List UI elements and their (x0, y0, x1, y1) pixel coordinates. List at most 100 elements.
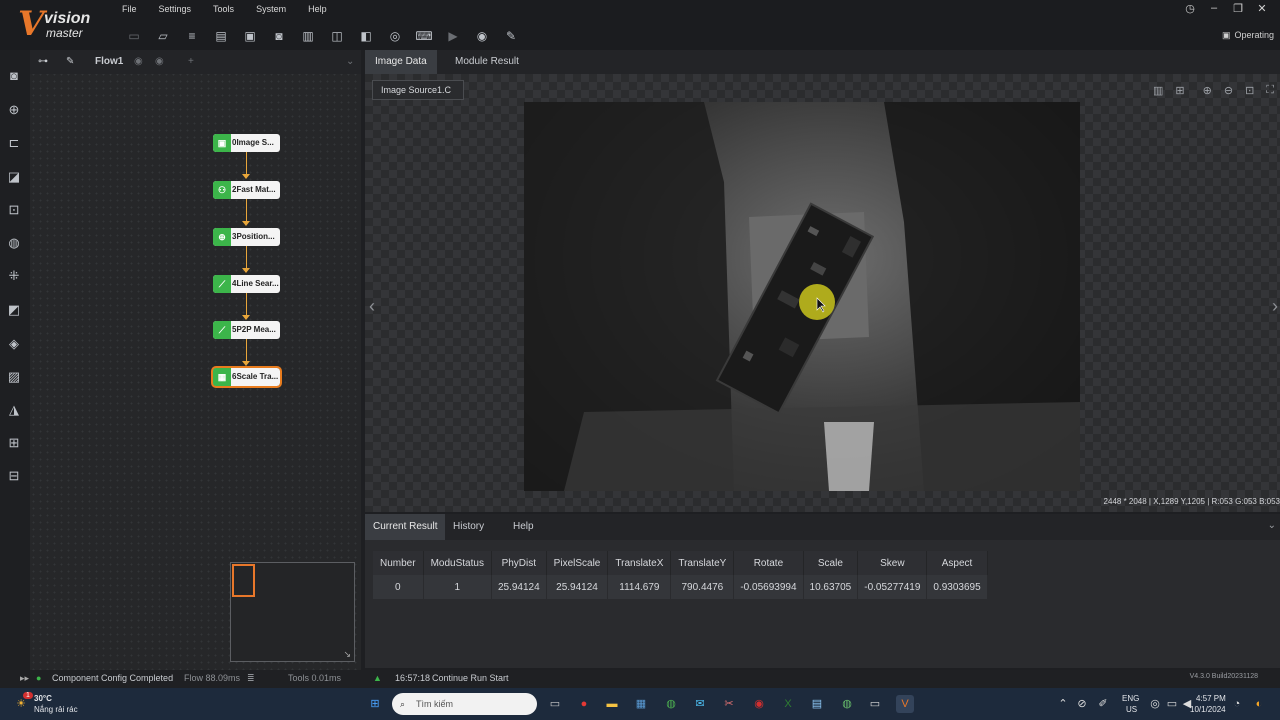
terminal-icon[interactable]: ▭ (866, 695, 884, 713)
global-script-icon[interactable]: ◎ (385, 27, 405, 45)
flow-minimap[interactable]: ↘ (230, 562, 355, 662)
result-column-header[interactable]: Number (373, 551, 424, 575)
chevron-down-icon[interactable]: ⌄ (346, 56, 354, 67)
mail-icon[interactable]: ✉ (691, 695, 709, 713)
close-button[interactable]: ✕ (1250, 2, 1274, 15)
menu-system[interactable]: System (256, 4, 286, 14)
expand-icon[interactable]: ▸▸ (20, 673, 29, 684)
history-icon[interactable]: ◷ (1178, 2, 1202, 15)
notepad-icon[interactable]: ▤ (808, 695, 826, 713)
result-column-header[interactable]: PixelScale (546, 551, 609, 575)
snipping-icon[interactable]: ✂ (720, 695, 738, 713)
image-generation-icon[interactable]: ◪ (4, 167, 24, 187)
copilot-icon[interactable]: ◐ (1250, 695, 1268, 713)
result-column-header[interactable]: TranslateX (607, 551, 672, 575)
loop-run-icon[interactable]: ◉ (155, 56, 164, 67)
open-folder-icon[interactable]: ▱ (153, 27, 173, 45)
measurement-icon[interactable]: ⊏ (4, 133, 24, 153)
flow-node-scale-transform[interactable]: ▦ 6Scale Tra... (211, 366, 282, 388)
file-explorer-icon[interactable]: ▬ (603, 695, 621, 713)
tab-current-result[interactable]: Current Result (365, 514, 446, 540)
notification-bell-icon[interactable]: ◔ (1228, 695, 1246, 713)
language-region[interactable]: US (1126, 705, 1137, 714)
image-viewer[interactable]: Image Source1.C ▥ ⊞ ⊕ ⊖ ⊡ ⛶ ‹ › 2448 * 2… (365, 74, 1280, 512)
image-source-selector[interactable]: Image Source1.C (372, 80, 464, 100)
edit-icon[interactable]: ✎ (501, 27, 521, 45)
minimap-viewport[interactable] (232, 564, 255, 597)
clock-date[interactable]: 10/1/2024 (1190, 705, 1226, 714)
windows-start-icon[interactable]: ⊞ (366, 695, 384, 713)
zoom-out-icon[interactable]: ⊖ (1224, 84, 1233, 97)
calculator-icon[interactable]: ▦ (632, 695, 650, 713)
grid-icon[interactable]: ⊞ (1175, 84, 1184, 97)
code-icon[interactable]: ⌨ (414, 27, 434, 45)
flow-node-line-search[interactable]: ⟋ 4Line Sear... (213, 275, 280, 293)
language-code[interactable]: ENG (1122, 694, 1139, 703)
import-icon[interactable]: ≡ (182, 27, 202, 45)
result-column-header[interactable]: Aspect (926, 551, 988, 575)
collapse-icon[interactable]: ⌄ (1268, 520, 1276, 531)
menu-file[interactable]: File (122, 4, 137, 14)
run-once-icon[interactable]: ▶ (443, 27, 463, 45)
operating-status[interactable]: ▣ Operating (1222, 30, 1274, 41)
fullscreen-icon[interactable]: ⛶ (1266, 84, 1274, 97)
defect-detection-icon[interactable]: ◮ (4, 400, 24, 420)
menu-help[interactable]: Help (308, 4, 327, 14)
tab-history[interactable]: History (445, 514, 492, 540)
resize-icon[interactable]: ↘ (343, 649, 351, 660)
save-icon[interactable]: ▭ (124, 27, 144, 45)
result-row[interactable]: 0 1 25.94124 25.94124 1114.679 790.4476 -0.056… (373, 575, 988, 599)
network-icon[interactable]: ◎ (1146, 695, 1164, 713)
layout-icon[interactable]: ▥ (1153, 84, 1163, 97)
logic-tool-icon[interactable]: ⊞ (4, 433, 24, 453)
browser-icon[interactable]: ◍ (662, 695, 680, 713)
recognition-icon[interactable]: ⊡ (4, 200, 24, 220)
positioning-icon[interactable]: ⊕ (4, 100, 24, 120)
result-column-header[interactable]: PhyDist (491, 551, 547, 575)
result-column-header[interactable]: ModuStatus (423, 551, 492, 575)
result-column-header[interactable]: Rotate (733, 551, 804, 575)
list-icon[interactable]: ≣ (247, 673, 255, 684)
camera-icon[interactable]: ◙ (269, 27, 289, 45)
flow-node-position[interactable]: ⊕ 3Position... (213, 228, 280, 246)
maximize-button[interactable]: ❐ (1226, 2, 1250, 15)
color-processing-icon[interactable]: ▨ (4, 367, 24, 387)
tray-icon[interactable]: ⊘ (1073, 695, 1091, 713)
alignment-icon[interactable]: ◩ (4, 300, 24, 320)
excel-icon[interactable]: X (779, 695, 797, 713)
tray-expand-icon[interactable]: ⌃ (1054, 695, 1072, 713)
clock-time[interactable]: 4:57 PM (1196, 694, 1226, 703)
process-tree-icon[interactable]: ⊶ (38, 56, 48, 67)
variable-icon[interactable]: ◫ (327, 27, 347, 45)
image-processing-icon[interactable]: ◈ (4, 334, 24, 354)
acquisition-icon[interactable]: ◙ (4, 66, 24, 86)
zoom-in-icon[interactable]: ⊕ (1203, 84, 1212, 97)
pen-icon[interactable]: ✐ (1094, 695, 1112, 713)
chrome-icon[interactable]: ◍ (838, 695, 856, 713)
image-window-icon[interactable]: ▣ (240, 27, 260, 45)
stop-icon[interactable]: ◉ (472, 27, 492, 45)
menu-settings[interactable]: Settings (159, 4, 192, 14)
tab-help[interactable]: Help (505, 514, 542, 540)
flow-node-image-source[interactable]: ▣ 0Image S... (213, 134, 280, 152)
result-column-header[interactable]: TranslateY (670, 551, 735, 575)
wrench-icon[interactable]: ✎ (66, 56, 74, 67)
controller-icon[interactable]: ▥ (298, 27, 318, 45)
run-flow-icon[interactable]: ◉ (134, 56, 143, 67)
tab-module-result[interactable]: Module Result (445, 50, 529, 74)
communication-tool-icon[interactable]: ⊟ (4, 466, 24, 486)
deep-learning-icon[interactable]: ◍ (4, 233, 24, 253)
tab-image-data[interactable]: Image Data (365, 50, 437, 74)
result-column-header[interactable]: Skew (857, 551, 928, 575)
export-icon[interactable]: ▤ (211, 27, 231, 45)
tab-flow1[interactable]: Flow1 (95, 56, 123, 67)
communication-icon[interactable]: ◧ (356, 27, 376, 45)
visionmaster-taskbar-icon[interactable]: V (896, 695, 914, 713)
taskbar-search[interactable]: ⌕ Tìm kiếm (392, 693, 537, 715)
calibration-icon[interactable]: ⁜ (4, 266, 24, 286)
add-flow-icon[interactable]: + (188, 56, 194, 67)
menu-tools[interactable]: Tools (213, 4, 234, 14)
record-app-icon[interactable]: ● (575, 695, 593, 713)
task-view-icon[interactable]: ▭ (546, 695, 564, 713)
prev-image-icon[interactable]: ‹ (369, 296, 375, 317)
